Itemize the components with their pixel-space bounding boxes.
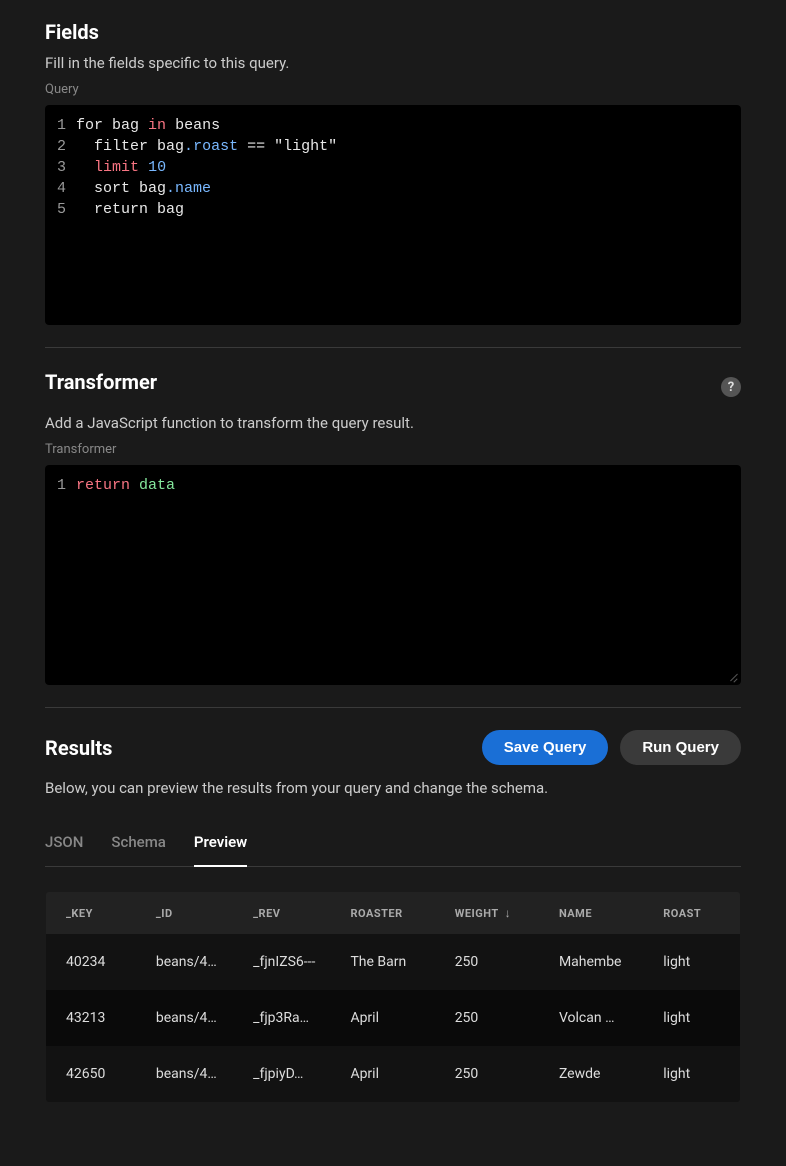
cell-weight: 250 xyxy=(435,990,539,1046)
cell-_id: beans/4… xyxy=(136,1046,233,1103)
cell-name: Mahembe xyxy=(539,934,643,990)
column-header-weight[interactable]: WEIGHT↓ xyxy=(435,892,539,935)
cell-_rev: _fjnIZS6--- xyxy=(233,934,330,990)
fields-description: Fill in the fields specific to this quer… xyxy=(45,54,741,72)
cell-_rev: _fjp3Ra… xyxy=(233,990,330,1046)
cell-_id: beans/4… xyxy=(136,934,233,990)
cell-_id: beans/4… xyxy=(136,990,233,1046)
tab-preview[interactable]: Preview xyxy=(194,823,247,867)
transformer-description: Add a JavaScript function to transform t… xyxy=(45,414,741,432)
transformer-label: Transformer xyxy=(45,442,741,457)
fields-section: Fields Fill in the fields specific to th… xyxy=(45,20,741,325)
help-icon[interactable]: ? xyxy=(721,377,741,397)
fields-title: Fields xyxy=(45,20,741,44)
divider xyxy=(45,347,741,348)
cell-roast: light xyxy=(643,1046,740,1103)
cell-roaster: April xyxy=(330,1046,434,1103)
cell-roast: light xyxy=(643,934,740,990)
table-row[interactable]: 40234beans/4…_fjnIZS6---The Barn250Mahem… xyxy=(46,934,741,990)
cell-_key: 43213 xyxy=(46,990,136,1046)
cell-name: Zewde xyxy=(539,1046,643,1103)
divider xyxy=(45,707,741,708)
cell-weight: 250 xyxy=(435,934,539,990)
run-query-button[interactable]: Run Query xyxy=(620,730,741,765)
cell-name: Volcan … xyxy=(539,990,643,1046)
column-header-roaster[interactable]: ROASTER xyxy=(330,892,434,935)
column-header-roast[interactable]: ROAST xyxy=(643,892,740,935)
query-label: Query xyxy=(45,82,741,97)
transformer-gutter: 1 xyxy=(45,475,76,675)
results-description: Below, you can preview the results from … xyxy=(45,779,741,797)
results-table: _KEY_ID_REVROASTERWEIGHT↓NAMEROAST 40234… xyxy=(45,891,741,1103)
transformer-section: Transformer ? Add a JavaScript function … xyxy=(45,370,741,685)
cell-weight: 250 xyxy=(435,1046,539,1103)
resize-handle-icon[interactable] xyxy=(726,670,738,682)
transformer-editor[interactable]: 1 return data xyxy=(45,465,741,685)
results-tabs: JSON Schema Preview xyxy=(45,823,741,867)
cell-_rev: _fjpiyD… xyxy=(233,1046,330,1103)
cell-roast: light xyxy=(643,990,740,1046)
results-section: Results Save Query Run Query Below, you … xyxy=(45,730,741,1103)
table-row[interactable]: 43213beans/4…_fjp3Ra…April250Volcan …lig… xyxy=(46,990,741,1046)
column-header-_key[interactable]: _KEY xyxy=(46,892,136,935)
query-code[interactable]: for bag in beans filter bag.roast == "li… xyxy=(76,115,741,315)
save-query-button[interactable]: Save Query xyxy=(482,730,609,765)
column-header-_rev[interactable]: _REV xyxy=(233,892,330,935)
column-header-_id[interactable]: _ID xyxy=(136,892,233,935)
query-gutter: 12345 xyxy=(45,115,76,315)
transformer-title: Transformer xyxy=(45,370,157,394)
sort-desc-icon: ↓ xyxy=(505,906,512,920)
cell-_key: 40234 xyxy=(46,934,136,990)
tab-json[interactable]: JSON xyxy=(45,823,83,867)
table-body: 40234beans/4…_fjnIZS6---The Barn250Mahem… xyxy=(46,934,741,1103)
cell-_key: 42650 xyxy=(46,1046,136,1103)
column-header-name[interactable]: NAME xyxy=(539,892,643,935)
query-editor[interactable]: 12345 for bag in beans filter bag.roast … xyxy=(45,105,741,325)
cell-roaster: April xyxy=(330,990,434,1046)
table-header-row: _KEY_ID_REVROASTERWEIGHT↓NAMEROAST xyxy=(46,892,741,935)
results-title: Results xyxy=(45,736,112,760)
table-row[interactable]: 42650beans/4…_fjpiyD…April250Zewdelight xyxy=(46,1046,741,1103)
transformer-code[interactable]: return data xyxy=(76,475,741,675)
tab-schema[interactable]: Schema xyxy=(111,823,165,867)
cell-roaster: The Barn xyxy=(330,934,434,990)
